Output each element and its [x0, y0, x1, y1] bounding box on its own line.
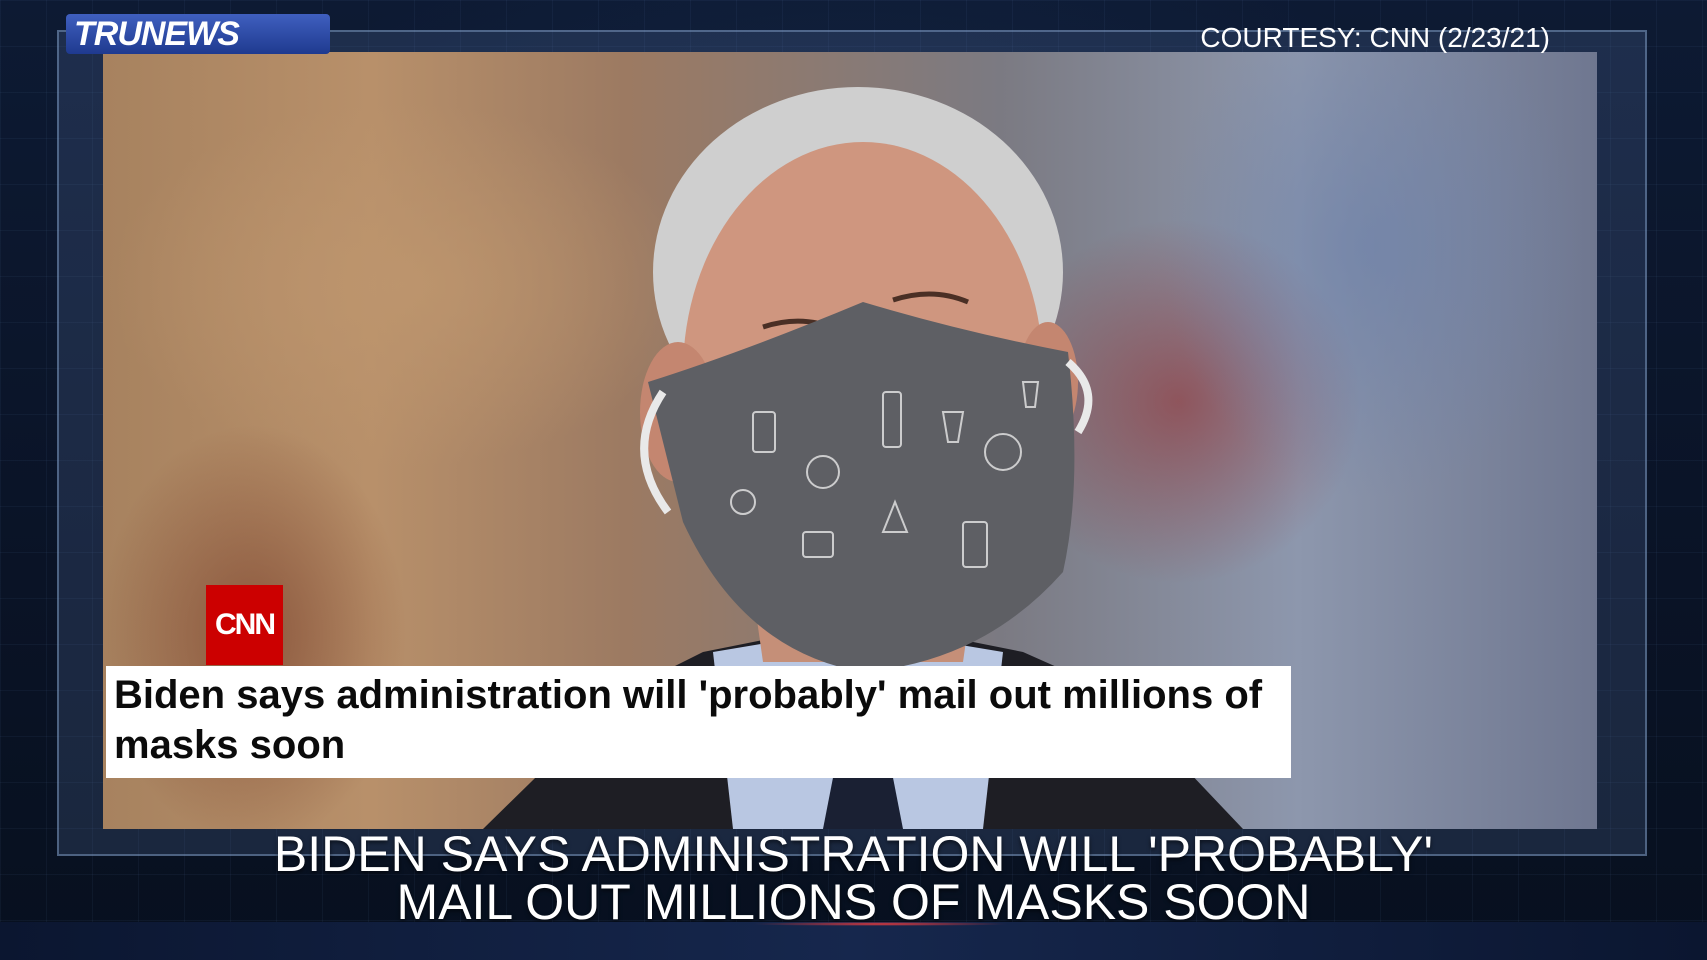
- bottom-glow: [750, 922, 1010, 926]
- lower-third-caption: BIDEN SAYS ADMINISTRATION WILL 'PROBABLY…: [0, 826, 1707, 930]
- trunews-logo: TRUNEWS: [66, 14, 330, 54]
- bottom-ticker-bar: [0, 922, 1707, 960]
- caption-line-1: BIDEN SAYS ADMINISTRATION WILL 'PROBABLY…: [273, 826, 1434, 882]
- cnn-logo: CNN: [206, 585, 283, 665]
- headline-text: Biden says administration will 'probably…: [114, 673, 1263, 767]
- caption-line-2: MAIL OUT MILLIONS OF MASKS SOON: [396, 874, 1311, 930]
- cnn-logo-text: CNN: [215, 608, 276, 641]
- courtesy-credit: COURTESY: CNN (2/23/21): [1200, 22, 1550, 53]
- headline-card: Biden says administration will 'probably…: [106, 666, 1291, 778]
- logo-text: TRUNEWS: [74, 14, 240, 53]
